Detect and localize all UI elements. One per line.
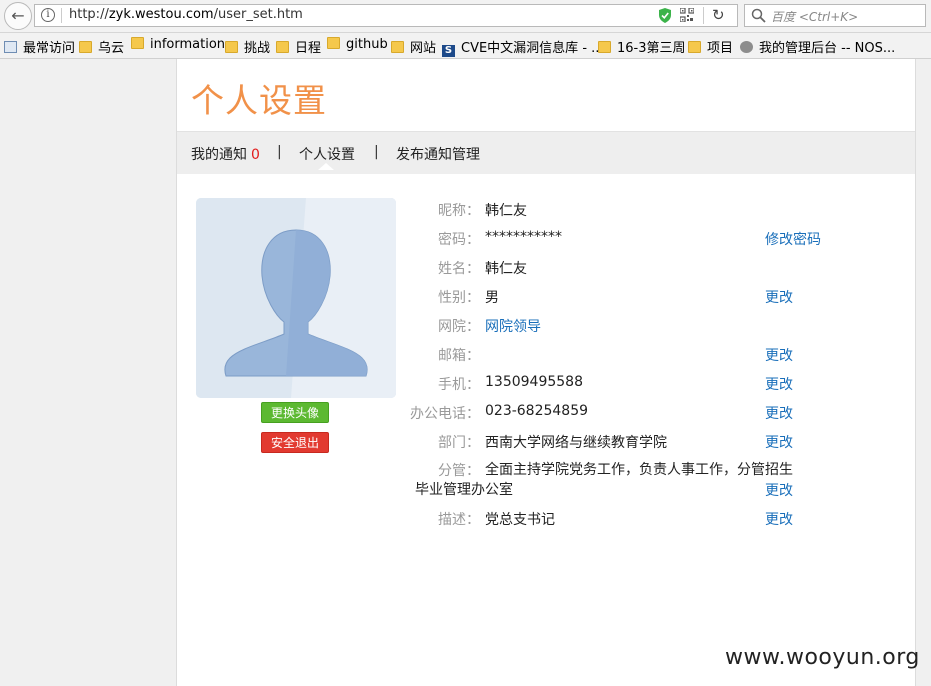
default-avatar-icon: [196, 198, 396, 398]
bookmark-label: 我的管理后台 -- NOS...: [759, 41, 896, 56]
change-password-link[interactable]: 修改密码: [765, 229, 821, 249]
folder-icon: [688, 41, 701, 53]
qr-code-icon[interactable]: [680, 8, 694, 22]
reload-icon[interactable]: ↻: [712, 6, 725, 24]
tab-personal-settings[interactable]: 个人设置: [299, 144, 355, 164]
folder-icon: [327, 37, 340, 49]
url-divider-2: [703, 7, 704, 24]
password-value: ***********: [485, 229, 562, 245]
bookmark-information[interactable]: information: [131, 37, 225, 54]
gender-value: 男: [485, 290, 499, 306]
tab-label: 个人设置: [299, 147, 355, 163]
tab-separator: |: [374, 144, 379, 160]
bookmark-week3[interactable]: 16-3第三周: [598, 37, 686, 56]
change-description-link[interactable]: 更改: [765, 509, 793, 529]
change-gender-link[interactable]: 更改: [765, 287, 793, 307]
tab-separator: |: [277, 144, 282, 160]
folder-icon: [79, 41, 92, 53]
back-button[interactable]: ←: [4, 2, 32, 30]
change-email-link[interactable]: 更改: [765, 345, 793, 365]
bookmarks-bar: 最常访问 乌云 information 挑战 日程 github 网站 S CVE…: [0, 33, 931, 59]
email-label: 邮箱：: [438, 348, 480, 364]
bookmark-label: github: [346, 37, 388, 52]
change-avatar-button[interactable]: 更换头像: [261, 402, 329, 423]
search-bar[interactable]: 百度 <Ctrl+K>: [744, 4, 926, 27]
nickname-value: 韩仁友: [485, 203, 527, 219]
college-value-link[interactable]: 网院领导: [485, 316, 541, 336]
s-logo-icon: S: [442, 45, 455, 57]
bookmark-github[interactable]: github: [327, 37, 388, 54]
bookmark-admin[interactable]: 我的管理后台 -- NOS...: [740, 37, 896, 56]
nickname-label: 昵称：: [438, 203, 480, 219]
change-department-link[interactable]: 更改: [765, 432, 793, 452]
name-label: 姓名：: [438, 261, 480, 277]
description-label: 描述：: [438, 512, 480, 528]
bookmark-label: 最常访问: [23, 41, 76, 56]
bookmark-label: CVE中文漏洞信息库 - ...: [461, 41, 604, 56]
change-responsibility-link[interactable]: 更改: [765, 480, 793, 500]
college-label: 网院：: [438, 319, 480, 335]
bookmark-most-visited[interactable]: 最常访问: [4, 37, 76, 56]
tab-label: 我的通知: [191, 147, 247, 163]
password-label: 密码：: [438, 232, 480, 248]
tab-bar: 我的通知 0 | 个人设置 | 发布通知管理: [177, 131, 915, 174]
bookmark-label: information: [150, 37, 226, 52]
notification-count: 0: [251, 147, 260, 163]
page-title: 个人设置: [191, 81, 327, 120]
browser-toolbar: ← i http://zyk.westou.com/user_set.htm ↻…: [0, 0, 931, 33]
url-host: zyk.westou.com: [108, 7, 214, 22]
page-icon: [4, 41, 17, 53]
folder-icon: [391, 41, 404, 53]
url-divider: [61, 8, 62, 23]
tab-label: 发布通知管理: [396, 147, 480, 163]
shield-icon[interactable]: [658, 8, 672, 23]
bookmark-label: 项目: [707, 41, 734, 56]
page-content: 个人设置 我的通知 0 | 个人设置 | 发布通知管理 更换头像 安全退出 昵称：…: [176, 59, 916, 686]
url-bar[interactable]: i http://zyk.westou.com/user_set.htm ↻: [34, 4, 738, 27]
bookmark-label: 挑战: [244, 41, 271, 56]
folder-icon: [131, 37, 144, 49]
globe-icon: [740, 41, 753, 53]
bookmark-schedule[interactable]: 日程: [276, 37, 322, 56]
phone-label: 手机：: [438, 377, 480, 393]
bookmark-label: 日程: [295, 41, 322, 56]
department-value: 西南大学网络与继续教育学院: [485, 435, 667, 451]
url-text[interactable]: http://zyk.westou.com/user_set.htm: [69, 7, 303, 22]
department-label: 部门：: [438, 435, 480, 451]
bookmark-label: 16-3第三周: [617, 41, 686, 56]
logout-button[interactable]: 安全退出: [261, 432, 329, 453]
office-phone-label: 办公电话：: [410, 406, 480, 422]
info-icon[interactable]: i: [41, 8, 55, 22]
bookmark-label: 乌云: [98, 41, 125, 56]
description-value: 党总支书记: [485, 512, 555, 528]
avatar: [196, 198, 396, 398]
active-tab-indicator: [318, 163, 334, 170]
search-placeholder: 百度 <Ctrl+K>: [771, 10, 859, 24]
change-phone-link[interactable]: 更改: [765, 374, 793, 394]
tab-notice-management[interactable]: 发布通知管理: [396, 144, 480, 164]
bookmark-cve[interactable]: S CVE中文漏洞信息库 - ...: [442, 37, 604, 57]
responsibility-value: 全面主持学院党务工作，负责人事工作，分管招生毕业管理办公室: [415, 462, 793, 498]
folder-icon: [598, 41, 611, 53]
name-value: 韩仁友: [485, 261, 527, 277]
url-prefix: http://: [69, 7, 109, 22]
folder-icon: [276, 41, 289, 53]
office-phone-value: 023-68254859: [485, 403, 589, 419]
bookmark-wooyun[interactable]: 乌云: [79, 37, 125, 56]
url-path: /user_set.htm: [213, 7, 303, 22]
phone-value: 13509495588: [485, 374, 583, 390]
gender-label: 性别：: [438, 290, 480, 306]
tab-notifications[interactable]: 我的通知 0: [191, 144, 260, 164]
search-icon: [751, 8, 766, 23]
bookmark-label: 网站: [410, 41, 437, 56]
change-office-phone-link[interactable]: 更改: [765, 403, 793, 423]
bookmark-challenge[interactable]: 挑战: [225, 37, 271, 56]
watermark: www.wooyun.org: [725, 645, 920, 670]
bookmark-projects[interactable]: 项目: [688, 37, 734, 56]
bookmark-sites[interactable]: 网站: [391, 37, 437, 56]
folder-icon: [225, 41, 238, 53]
